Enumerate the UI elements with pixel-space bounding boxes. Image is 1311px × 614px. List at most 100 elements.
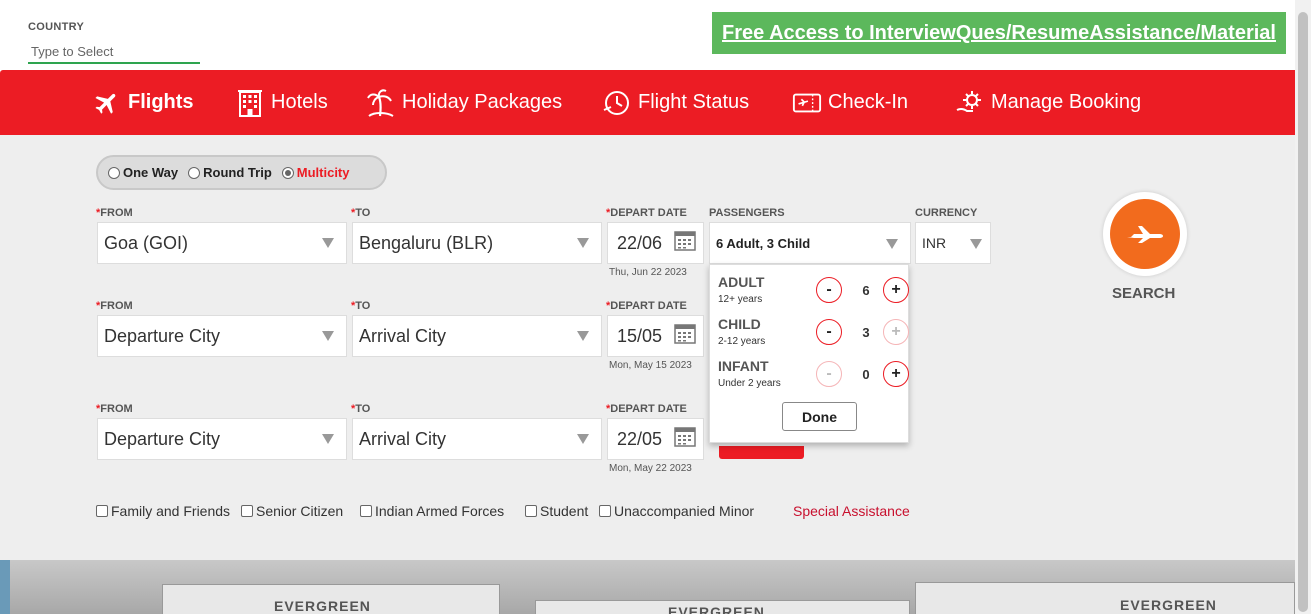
hotel-building-icon [235,88,265,118]
search-button[interactable] [1103,192,1187,276]
child-count: 3 [862,325,870,340]
nav-flights-label: Flights [128,91,194,113]
depart-date-3[interactable]: 22/05 [607,418,704,460]
nav-check-in[interactable]: Check-In [792,70,908,135]
round-trip-radio[interactable]: Round Trip [188,165,272,180]
passengers-popover: ADULT 12+ years - 6 + CHILD 2-12 years -… [709,264,909,443]
banner-sign-text: EVERGREEN [668,604,765,614]
boarding-pass-icon [792,88,822,118]
from-value-2: Departure City [104,325,221,346]
adult-minus-button[interactable]: - [816,277,842,303]
radio-circle [108,166,120,179]
building-shape [915,582,1295,614]
checkbox-family-friends[interactable]: Family and Friends [96,503,230,519]
depart-label-3: *DEPART DATE [606,403,687,415]
passengers-select[interactable]: 6 Adult, 3 Child [709,222,911,264]
infant-plus-button[interactable]: + [883,361,909,387]
checkbox-label: Family and Friends [111,503,231,519]
depart-date-value-1: 22/06 [617,232,663,253]
banner-sign-text: EVERGREEN [274,598,371,614]
one-way-radio[interactable]: One Way [108,165,178,180]
from-value-3: Departure City [104,428,221,449]
chevron-down-icon [322,238,334,248]
remove-leg-button[interactable] [719,446,804,459]
nav-flights[interactable]: Flights [92,70,194,135]
country-label: COUNTRY [28,21,85,33]
chevron-down-icon [970,239,982,249]
to-label-1: *TO [351,207,371,219]
to-label-2: *TO [351,300,371,312]
booking-panel: One Way Round Trip Multicity *FROM Goa (… [0,135,1295,560]
from-select-1[interactable]: Goa (GOI) [97,222,347,264]
nav-status-label: Flight Status [638,91,750,113]
depart-label-1: *DEPART DATE [606,207,687,219]
child-minus-button[interactable]: - [816,319,842,345]
multicity-label: Multicity [296,165,350,180]
to-select-2[interactable]: Arrival City [352,315,602,357]
currency-select[interactable]: INR [915,222,991,264]
nav-hotels-label: Hotels [271,91,328,113]
from-label-3: *FROM [96,403,133,415]
currency-value: INR [922,235,947,251]
promo-link[interactable]: Free Access to InterviewQues/ResumeAssis… [722,22,1276,45]
chevron-down-icon [577,238,589,248]
palm-tree-icon [366,88,396,118]
banner-edge [0,560,10,614]
chevron-down-icon [577,331,589,341]
scrollbar-thumb[interactable] [1298,12,1308,612]
from-select-3[interactable]: Departure City [97,418,347,460]
checkbox-student[interactable]: Student [525,503,588,519]
trip-type-selector: One Way Round Trip Multicity [96,155,387,190]
checkbox-senior-citizen[interactable]: Senior Citizen [241,503,343,519]
calendar-icon [674,427,696,447]
depart-label-2: *DEPART DATE [606,300,687,312]
banner-sign-text: EVERGREEN [1120,597,1217,613]
depart-date-value-2: 15/05 [617,325,663,346]
from-select-2[interactable]: Departure City [97,315,347,357]
infant-minus-button[interactable]: - [816,361,842,387]
checkbox-label: Senior Citizen [256,503,344,519]
adult-age: 12+ years [718,294,763,305]
depart-date-2[interactable]: 15/05 [607,315,704,357]
adult-plus-button[interactable]: + [883,277,909,303]
passengers-label: PASSENGERS [709,207,785,219]
to-value-2: Arrival City [359,325,447,346]
depart-date-full-1: Thu, Jun 22 2023 [609,267,687,278]
depart-date-1[interactable]: 22/06 [607,222,704,264]
depart-date-value-3: 22/05 [617,428,663,449]
child-plus-button[interactable]: + [883,319,909,345]
child-label: CHILD [718,316,761,332]
depart-date-full-3: Mon, May 22 2023 [609,463,692,474]
round-trip-label: Round Trip [203,165,272,180]
special-assistance-link[interactable]: Special Assistance [793,503,910,519]
to-select-1[interactable]: Bengaluru (BLR) [352,222,602,264]
checkbox-box [599,505,611,517]
chevron-down-icon [322,331,334,341]
checkbox-unaccompanied-minor[interactable]: Unaccompanied Minor [599,503,754,519]
from-value-1: Goa (GOI) [104,232,189,253]
country-input[interactable] [28,40,200,64]
nav-flight-status[interactable]: Flight Status [602,70,749,135]
nav-holiday-packages[interactable]: Holiday Packages [366,70,562,135]
radio-circle [281,166,294,179]
search-button-circle [1110,199,1180,269]
depart-date-full-2: Mon, May 15 2023 [609,360,692,371]
nav-manage-booking[interactable]: Manage Booking [955,70,1141,135]
page-scrollbar[interactable] [1295,0,1311,614]
airplane-icon [1127,226,1163,243]
clock-plane-icon [602,88,632,118]
child-row: CHILD 2-12 years - 3 + [718,316,909,352]
to-select-3[interactable]: Arrival City [352,418,602,460]
nav-hotels[interactable]: Hotels [235,70,328,135]
checkbox-box [525,505,537,517]
multicity-radio[interactable]: Multicity [281,165,350,180]
to-value-1: Bengaluru (BLR) [359,232,494,253]
one-way-label: One Way [123,165,179,180]
checkbox-armed-forces[interactable]: Indian Armed Forces [360,503,504,519]
nav-checkin-label: Check-In [828,91,909,113]
radio-circle [188,166,201,179]
checkbox-label: Student [540,503,589,519]
passengers-done-button[interactable]: Done [782,402,857,431]
infant-count: 0 [862,367,870,382]
checkbox-box [360,505,372,517]
